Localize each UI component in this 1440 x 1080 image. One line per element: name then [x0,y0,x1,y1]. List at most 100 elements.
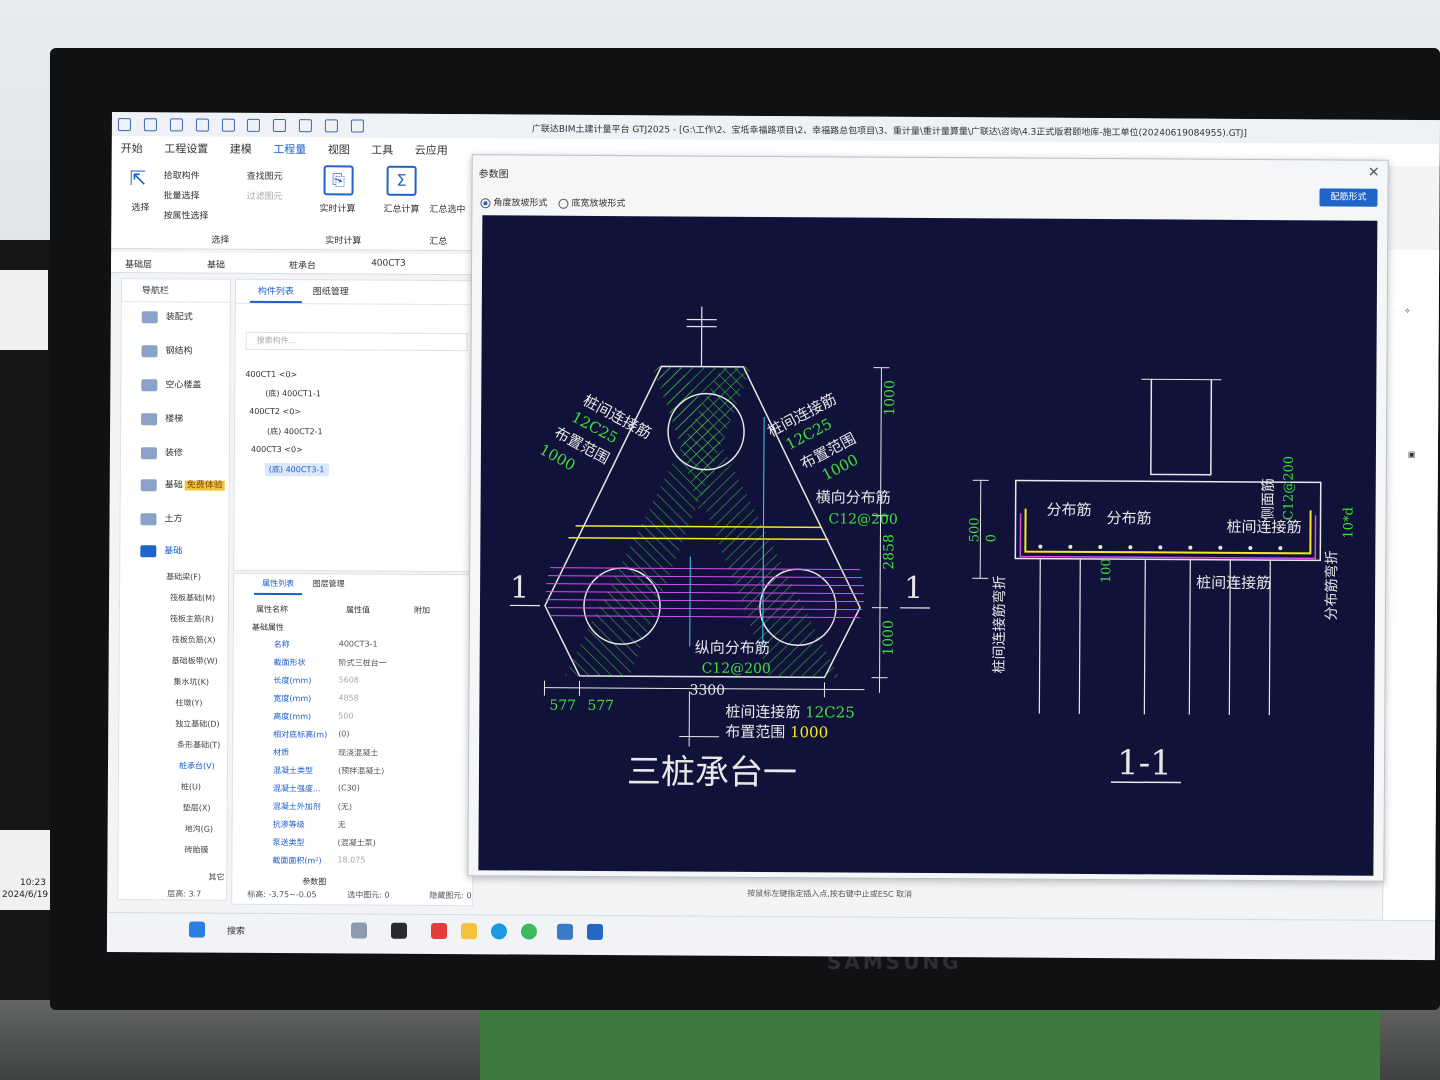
prop-row[interactable]: 材质 现浇混凝土 [233,744,473,763]
slope-radio-group: 角度放坡形式 底宽放坡形式 [480,195,625,209]
prop-row[interactable]: 泵送类型 (混凝土泵) [232,834,472,853]
nav-sub-7[interactable]: 独立基础(D) [175,718,219,729]
prop-row[interactable]: 宽度(mm) 4858 [233,690,473,709]
select-arrow-icon[interactable]: ⇱ [130,166,147,190]
menu-start[interactable]: 开始 [112,136,152,160]
edge-icon[interactable] [490,923,508,940]
nav-sub-9[interactable]: 桩承台(V) [179,760,215,771]
nav-item-steel[interactable]: 钢结构 [141,343,193,357]
nav-sub-6[interactable]: 柱墩(Y) [175,697,202,708]
type-select[interactable]: 桩承台 [289,258,316,271]
nav-sub-12[interactable]: 地沟(G) [185,823,214,834]
layer-icon[interactable] [299,119,313,133]
find-element-button[interactable]: 查找图元 [247,169,283,182]
nav-sub-0[interactable]: 基础梁(F) [166,571,201,582]
nav-item-hollow-slab[interactable]: 空心楼盖 [141,377,201,391]
realtime-calc-icon[interactable]: ⎘ [323,165,354,196]
component-select[interactable]: 400CT3 [371,259,406,269]
close-icon[interactable]: ✕ [1368,165,1380,181]
tree-400ct2[interactable]: 400CT2 <0> [249,407,301,416]
nav-item-foundation-trial[interactable]: 基础 免费体验 [140,477,225,491]
save-icon[interactable] [195,118,209,132]
tree-400ct3[interactable]: 400CT3 <0> [251,445,303,454]
undo-icon[interactable] [221,118,235,132]
nav-sub-3[interactable]: 筏板负筋(X) [172,634,216,645]
nav-item-decoration[interactable]: 装修 [140,445,183,459]
floor-select[interactable]: 基础层 [125,257,152,270]
nav-sub-13[interactable]: 砖胎膜 [184,844,208,855]
component-search-input[interactable]: 搜索构件... [245,331,468,352]
taskview-icon[interactable] [350,922,368,939]
radio-width-slope[interactable] [558,198,569,209]
batch-select-button[interactable]: 批量选择 [163,188,199,201]
yellow-bar-2 [568,537,829,541]
prop-row[interactable]: 混凝土外加剂 (无) [233,798,473,817]
prop-row[interactable]: 混凝土强度... (C30) [233,780,473,799]
menu-modeling[interactable]: 建模 [221,137,261,161]
cad-canvas[interactable]: 1 1 1000 2858 1000 3300 577 577 桩间连接筋 12… [478,215,1378,876]
select-by-attr-button[interactable]: 按属性选择 [163,208,208,221]
filter-element-button[interactable]: 过滤图元 [246,189,282,202]
sum-calc-button[interactable]: 汇总计算 [383,202,419,215]
radio-width-label: 底宽放坡形式 [571,198,626,210]
realtime-calc-button[interactable]: 实时计算 [319,201,355,214]
pick-component-button[interactable]: 拾取构件 [164,168,200,181]
tab-property-list[interactable]: 属性列表 [254,573,303,596]
menu-cloud[interactable]: 云应用 [406,138,457,162]
nav-item-prefab[interactable]: 装配式 [141,309,193,323]
rebar-form-button[interactable]: 配筋形式 [1319,188,1378,207]
prop-row[interactable]: 高度(mm) 500 [233,708,473,727]
prop-row[interactable]: 抗渗等级无 [233,816,473,835]
nav-sub-10[interactable]: 桩(U) [181,781,201,792]
sum-icon[interactable] [273,118,287,133]
menu-tools[interactable]: 工具 [362,138,402,162]
view-icon[interactable] [350,119,364,133]
prop-row[interactable]: 名称 400CT3-1 [234,636,474,655]
category-select[interactable]: 基础 [207,258,225,271]
ribbon: ⇱ 选择 拾取构件 批量选择 按属性选择 查找图元 过滤图元 选择 ⎘ 实时计算… [111,157,477,252]
redo-icon[interactable] [247,118,261,132]
prop-row[interactable]: 截面面积(m²) 18.075 [232,852,472,871]
prop-group-basic[interactable]: 基础属性 [252,622,284,633]
tab-component-list[interactable]: 构件列表 [249,279,302,304]
windows-start-icon[interactable] [188,921,206,938]
nav-sub-5[interactable]: 集水坑(K) [173,676,209,687]
grid-icon[interactable] [324,119,338,133]
select-button-label[interactable]: 选择 [131,200,149,213]
gtj-app-icon[interactable] [586,923,604,941]
tab-layer-management[interactable]: 图层管理 [305,574,353,593]
new-icon[interactable] [143,118,157,132]
tree-400ct1[interactable]: 400CT1 <0> [245,370,297,379]
nav-sub-11[interactable]: 垫层(X) [183,802,211,813]
taskbar-search[interactable]: 搜索 [227,924,245,937]
explorer-icon[interactable] [460,923,478,940]
nav-sub-2[interactable]: 筏板主筋(R) [170,613,214,624]
tree-400ct2-1[interactable]: (底) 400CT2-1 [267,426,323,437]
tab-drawing-management[interactable]: 图纸管理 [305,280,357,301]
sum-selected-button[interactable]: 汇总选中 [429,202,465,215]
prop-row[interactable]: 相对底标高(m) (0) [233,726,473,745]
tree-400ct1-1[interactable]: (底) 400CT1-1 [265,388,321,399]
nav-item-earthwork[interactable]: 土方 [140,511,183,525]
prop-row[interactable]: 混凝土类型 (预拌混凝土) [233,762,473,781]
prop-row[interactable]: 截面形状 阶式三桩台一 [234,654,474,673]
app-red-icon[interactable] [430,922,448,940]
sum-calc-icon[interactable]: Σ [386,165,417,196]
prop-row[interactable]: 长度(mm) 5608 [233,672,473,691]
nav-sub-1[interactable]: 筏板基础(M) [170,592,215,603]
open-icon[interactable] [169,118,183,132]
transverse-spec: C12@200 [828,511,897,527]
menu-project-settings[interactable]: 工程设置 [155,136,217,160]
nav-sub-8[interactable]: 条形基础(T) [177,739,220,750]
nav-sub-14[interactable]: 其它 [208,872,224,883]
nav-item-stairs[interactable]: 楼梯 [141,411,183,425]
nav-sub-4[interactable]: 基础板带(W) [172,655,218,666]
right-panel-icon[interactable]: ⟡ [1405,306,1410,316]
tree-400ct3-1[interactable]: (底) 400CT3-1 [264,462,329,477]
nav-item-foundation[interactable]: 基础 [140,543,182,557]
chrome-icon[interactable] [520,923,538,940]
menu-view[interactable]: 视图 [319,137,359,161]
app-blue-icon[interactable] [556,923,574,940]
radio-angle-slope[interactable] [480,197,491,208]
widget-icon[interactable] [390,922,408,939]
